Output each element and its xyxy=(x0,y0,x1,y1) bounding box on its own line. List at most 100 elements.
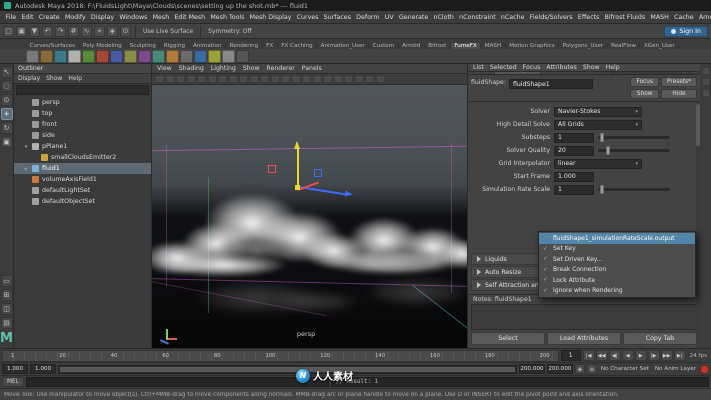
play-start-field[interactable]: 1.000 xyxy=(30,364,56,374)
character-set-selector[interactable]: No Character Set xyxy=(599,366,651,372)
outliner-item-volumeaxisfield1[interactable]: volumeAxisField1 xyxy=(14,174,151,185)
menu-item[interactable]: Cache xyxy=(671,14,696,21)
menu-item[interactable]: Edit Mesh xyxy=(172,14,208,21)
slider-handle[interactable] xyxy=(600,185,604,194)
anim-start-field[interactable]: 1.000 xyxy=(2,364,28,374)
menu-item[interactable]: Effects xyxy=(575,14,602,21)
shelf-icon-9[interactable] xyxy=(138,50,151,63)
outliner-persp-layout-button[interactable]: ▤ xyxy=(1,317,13,329)
shelf-tab-poly-modeling[interactable]: Poly Modeling xyxy=(80,43,127,49)
shelf-tab-rendering[interactable]: Rendering xyxy=(226,43,263,49)
scale-tool[interactable]: ▣ xyxy=(1,136,13,148)
range-slider[interactable] xyxy=(58,365,517,374)
paint-select-tool[interactable]: ⊙ xyxy=(1,94,13,106)
shelf-icon-16[interactable] xyxy=(236,50,249,63)
node-name-field[interactable]: fluidShape1 xyxy=(509,79,593,89)
select-button[interactable]: Select xyxy=(471,332,545,345)
film-gate-icon[interactable] xyxy=(239,75,248,83)
step-forward-frame-button[interactable]: |▶ xyxy=(648,350,660,361)
motion-blur-icon[interactable] xyxy=(365,75,374,83)
auto-key-toggle[interactable] xyxy=(700,365,709,374)
shelf-tab-rigging[interactable]: Rigging xyxy=(160,43,189,49)
ae-tab-fluid1[interactable]: fluid1 xyxy=(468,72,495,74)
shelf-tab-animation-user[interactable]: Animation_User xyxy=(317,43,369,49)
viewport-menu-item[interactable]: Show xyxy=(243,65,260,72)
shelf-icon-4[interactable] xyxy=(68,50,81,63)
shelf-tab-arnold[interactable]: Arnold xyxy=(399,43,425,49)
safe-action-icon[interactable] xyxy=(281,75,290,83)
four-pane-layout-button[interactable]: ⊞ xyxy=(1,289,13,301)
shelf-tab-bifrost[interactable]: Bifrost xyxy=(425,43,451,49)
redo-icon[interactable]: ↷ xyxy=(55,26,66,37)
tab-scroll-left-icon[interactable]: ◀ xyxy=(681,72,689,74)
attribute-editor-menu-item[interactable]: Show xyxy=(583,64,600,71)
attribute-editor-menu-item[interactable]: List xyxy=(473,64,484,71)
menu-item[interactable]: nCloth xyxy=(431,14,457,21)
menu-item[interactable]: Mesh Tools xyxy=(208,14,247,21)
context-menu-item-set-driven-key[interactable]: ✓ Set Driven Key... xyxy=(539,254,695,265)
show-button[interactable]: Show xyxy=(630,89,659,99)
shelf-icon-12[interactable] xyxy=(180,50,193,63)
solver-quality-field[interactable]: 20 xyxy=(554,146,594,156)
shelf-icon-3[interactable] xyxy=(54,50,67,63)
grease-pencil-icon[interactable] xyxy=(218,75,227,83)
bookmarks-icon[interactable] xyxy=(187,75,196,83)
ae-tab-smallcloudsemitter2[interactable]: smallCloudsEmitter2 xyxy=(541,72,612,74)
anim-layer-icon[interactable]: ≡ xyxy=(587,364,597,374)
shelf-icon-1[interactable] xyxy=(26,50,39,63)
move-manipulator-z-cone[interactable] xyxy=(345,190,354,197)
snap-to-curve-icon[interactable]: ∿ xyxy=(81,26,92,37)
substeps-field[interactable]: 1 xyxy=(554,133,594,143)
shelf-icon-11[interactable] xyxy=(166,50,179,63)
outliner-item-persp[interactable]: persp xyxy=(14,97,151,108)
play-end-field[interactable]: 200.000 xyxy=(519,364,545,374)
attribute-editor-tab-icon[interactable] xyxy=(702,67,710,75)
outliner-item-defaultlightset[interactable]: defaultLightSet xyxy=(14,185,151,196)
context-menu-item-lock-attribute[interactable]: ✓ Lock Attribute xyxy=(539,275,695,286)
ae-tab-fluidshape1[interactable]: fluidShape1 xyxy=(495,72,540,74)
shelf-tab-realflow[interactable]: RealFlow xyxy=(608,43,641,49)
shelf-icon-15[interactable] xyxy=(222,50,235,63)
attribute-editor-menu-item[interactable]: Attributes xyxy=(546,64,577,71)
copy-tab-button[interactable]: Copy Tab xyxy=(623,332,697,345)
field-chart-icon[interactable] xyxy=(271,75,280,83)
context-menu-item-break-connection[interactable]: ✓ Break Connection xyxy=(539,265,695,276)
menu-item[interactable]: Edit xyxy=(19,14,36,21)
simulation-rate-scale-slider[interactable] xyxy=(598,188,670,191)
outliner-menu-item[interactable]: Display xyxy=(18,75,40,82)
shelf-tab-fx[interactable]: FX xyxy=(263,43,278,49)
single-pane-layout-button[interactable]: ▭ xyxy=(1,275,13,287)
shelf-tab-sculpting[interactable]: Sculpting xyxy=(126,43,160,49)
grid-interpolator-dropdown[interactable]: linear ▾ xyxy=(554,159,642,169)
new-scene-icon[interactable]: ▢ xyxy=(3,26,14,37)
shelf-tab-fx-caching[interactable]: FX Caching xyxy=(278,43,317,49)
shelf-tab-motion-graphics[interactable]: Motion Graphics xyxy=(506,43,559,49)
move-manipulator-y-cone[interactable] xyxy=(294,141,300,149)
mel-mode-toggle[interactable]: MEL xyxy=(2,377,24,387)
menu-item[interactable]: Mesh xyxy=(150,14,172,21)
move-manipulator-y-axis[interactable] xyxy=(297,149,299,187)
go-to-start-button[interactable]: |◀ xyxy=(583,350,595,361)
xray-icon[interactable] xyxy=(376,75,385,83)
safe-title-icon[interactable] xyxy=(292,75,301,83)
attribute-editor-menu-item[interactable]: Focus xyxy=(523,64,541,71)
menu-item[interactable]: Modify xyxy=(62,14,88,21)
menu-item[interactable]: UV xyxy=(382,14,396,21)
presets-button[interactable]: Presets* xyxy=(661,77,697,87)
select-camera-icon[interactable] xyxy=(155,75,164,83)
resolution-gate-icon[interactable] xyxy=(250,75,259,83)
gate-mask-icon[interactable] xyxy=(260,75,269,83)
channel-box-tab-icon[interactable] xyxy=(702,89,710,97)
menu-item[interactable]: MASH xyxy=(648,14,672,21)
menu-item[interactable]: Windows xyxy=(117,14,150,21)
timeline-ticks[interactable]: 120406080100120140160180200 xyxy=(2,350,559,362)
shelf-icon-8[interactable] xyxy=(124,50,137,63)
lights-icon[interactable] xyxy=(334,75,343,83)
split-pane-layout-button[interactable]: ◫ xyxy=(1,303,13,315)
shelf-icon-2[interactable] xyxy=(40,50,53,63)
shelf-tab-custom[interactable]: Custom xyxy=(369,43,398,49)
lasso-select-tool[interactable]: ◌ xyxy=(1,80,13,92)
outliner-item-front[interactable]: front xyxy=(14,119,151,130)
context-menu-item-ignore-when-rendering[interactable]: ✓ Ignore when Rendering xyxy=(539,286,695,297)
step-back-frame-button[interactable]: ◀| xyxy=(609,350,621,361)
